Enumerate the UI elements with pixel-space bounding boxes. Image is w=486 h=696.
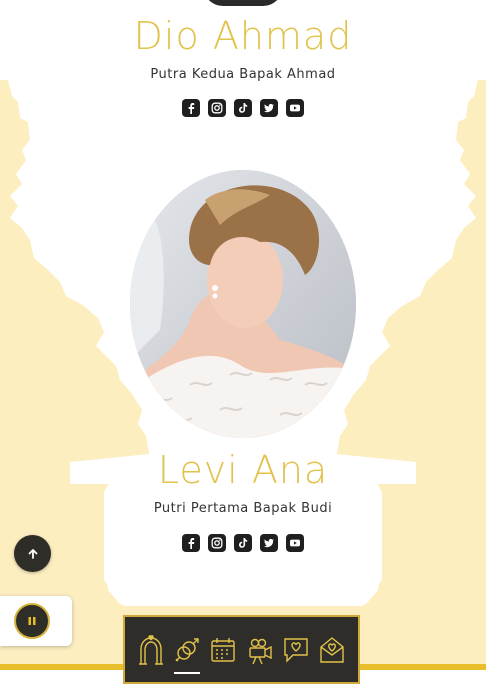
chat-heart-icon: [284, 637, 308, 663]
nav-item-gift[interactable]: [317, 630, 347, 670]
bride-description: Putri Pertama Bapak Budi: [153, 501, 333, 516]
twitter-icon[interactable]: [260, 99, 278, 117]
bride-photo: [130, 170, 356, 438]
nav-item-home[interactable]: [136, 630, 166, 670]
bottom-navigation: [123, 615, 360, 684]
couple-section: Dio Ahmad Putra Kedua Bapak Ahmad Levi A…: [0, 0, 486, 696]
pause-icon: [28, 617, 36, 625]
wedding-arch-icon: [139, 634, 164, 665]
facebook-icon[interactable]: [182, 99, 200, 117]
youtube-icon[interactable]: [286, 99, 304, 117]
groom-name: Dio Ahmad: [133, 14, 353, 58]
couple-icon: [175, 637, 199, 661]
arrow-up-icon: [28, 548, 37, 559]
tiktok-icon[interactable]: [234, 534, 252, 552]
calendar-icon: [211, 637, 236, 662]
nav-item-wishes[interactable]: [281, 630, 311, 670]
instagram-icon[interactable]: [208, 534, 226, 552]
scroll-to-top-button[interactable]: [14, 535, 51, 572]
groom-description: Putra Kedua Bapak Ahmad: [150, 67, 336, 82]
nav-item-event[interactable]: [208, 630, 238, 670]
music-control: [0, 596, 72, 646]
bride-social-links: [0, 534, 486, 552]
instagram-icon[interactable]: [208, 99, 226, 117]
nav-item-couple[interactable]: [172, 630, 202, 674]
groom-social-links: [0, 99, 486, 117]
nav-item-video[interactable]: [245, 630, 275, 670]
tiktok-icon[interactable]: [234, 99, 252, 117]
bride-name: Levi Ana: [157, 448, 329, 492]
youtube-icon[interactable]: [286, 534, 304, 552]
video-camera-icon: [248, 638, 272, 664]
music-toggle-button[interactable]: [14, 603, 50, 639]
twitter-icon[interactable]: [260, 534, 278, 552]
love-letter-icon: [320, 636, 344, 663]
facebook-icon[interactable]: [182, 534, 200, 552]
